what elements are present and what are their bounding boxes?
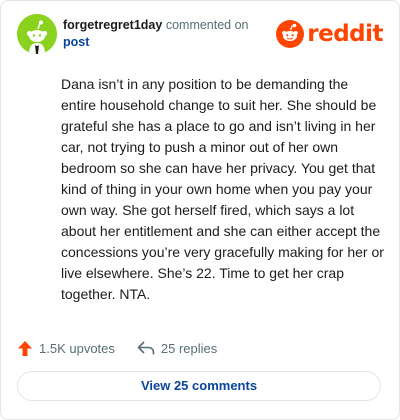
reddit-wordmark: reddit xyxy=(307,21,383,47)
comment-body: Dana isn’t in any position to be demandi… xyxy=(61,76,384,302)
reply-arrow-icon xyxy=(137,341,155,355)
user-avatar[interactable] xyxy=(17,14,57,54)
snoo-avatar-icon xyxy=(17,14,57,54)
view-comments-button[interactable]: View 25 comments xyxy=(17,371,381,401)
reddit-logo[interactable]: reddit xyxy=(276,20,383,48)
replies-button[interactable]: 25 replies xyxy=(137,340,217,356)
upvote-count: 1.5K upvotes xyxy=(39,340,115,356)
post-link[interactable]: post xyxy=(63,35,89,49)
upvote-button[interactable]: 1.5K upvotes xyxy=(17,340,115,357)
upvote-arrow-icon xyxy=(18,340,32,356)
action-text: commented on xyxy=(165,18,249,32)
comment-card: forgetregret1day commented on post reddi… xyxy=(0,0,400,420)
comment-meta: forgetregret1day commented on post xyxy=(63,17,283,51)
username-link[interactable]: forgetregret1day xyxy=(63,18,162,32)
comment-header: forgetregret1day commented on post reddi… xyxy=(17,14,383,54)
reddit-snoo-icon xyxy=(276,20,305,48)
reply-count: 25 replies xyxy=(160,340,218,356)
comment-actions: 1.5K upvotes 25 replies xyxy=(17,337,217,359)
